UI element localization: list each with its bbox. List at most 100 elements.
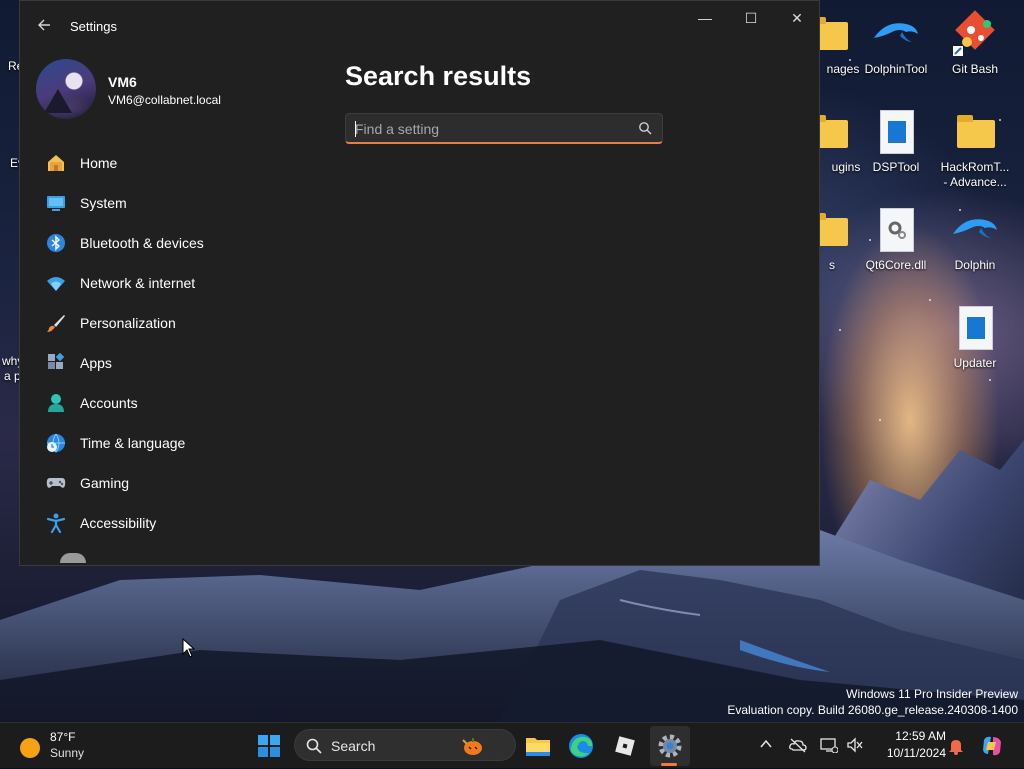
- settings-window: Settings — ☐ ✕ VM6 VM6@collabnet.local H…: [19, 0, 820, 566]
- app-window-icon: [880, 110, 914, 154]
- dolphin-icon: [953, 219, 997, 238]
- network-icon: [820, 738, 839, 754]
- nav-item-personalization[interactable]: Personalization: [36, 303, 326, 343]
- desktop-icon-label: Git Bash: [951, 62, 999, 76]
- nav-item-apps[interactable]: Apps: [36, 343, 326, 383]
- tray-volume[interactable]: [846, 737, 864, 755]
- taskbar-clock[interactable]: 12:59 AM 10/11/2024: [866, 728, 946, 762]
- nav-item-cutoff: [60, 553, 86, 563]
- user-email: VM6@collabnet.local: [108, 93, 221, 107]
- app-window-icon: [959, 306, 993, 350]
- user-name: VM6: [108, 74, 137, 90]
- desktop-icon-dsptool[interactable]: DSPTool: [858, 108, 934, 175]
- globe-clock-icon: [47, 433, 65, 453]
- volume-muted-icon: [847, 737, 863, 753]
- desktop-icon-dolphintool[interactable]: DolphinTool: [858, 10, 934, 77]
- nav-item-label: Personalization: [80, 315, 176, 331]
- nav-item-label: Home: [80, 155, 118, 171]
- active-app-indicator: [661, 763, 677, 766]
- watermark-line2: Evaluation copy. Build 26080.ge_release.…: [727, 703, 1018, 717]
- nav-item-label: Apps: [80, 355, 112, 371]
- home-icon: [48, 155, 64, 171]
- taskbar-settings[interactable]: [652, 728, 688, 764]
- nav-item-label: Accessibility: [80, 515, 157, 531]
- nav-item-network[interactable]: Network & internet: [36, 263, 326, 303]
- maximize-icon: ☐: [744, 10, 758, 26]
- nav-item-label: Network & internet: [80, 275, 196, 291]
- nav-item-label: Bluetooth & devices: [80, 235, 204, 251]
- bell-icon: [949, 740, 963, 755]
- taskbar-file-explorer[interactable]: [520, 728, 556, 764]
- dll-file-icon: [880, 208, 914, 252]
- taskbar-search[interactable]: Search: [294, 729, 516, 761]
- start-icon: [258, 735, 280, 757]
- nav-item-gaming[interactable]: Gaming: [36, 463, 326, 503]
- clock-date: 10/11/2024: [886, 746, 946, 760]
- weather-temp: 87°F: [50, 730, 76, 744]
- desktop-icon-git-bash[interactable]: Git Bash: [937, 10, 1013, 77]
- desktop-icon-label: Qt6Core.dll: [865, 258, 927, 272]
- chevron-up-icon: [760, 739, 772, 748]
- arrow-left-icon: [38, 19, 50, 31]
- window-title: Settings: [70, 19, 117, 34]
- settings-nav: Home System Bluetooth & devices Network …: [36, 143, 326, 543]
- accessibility-icon: [46, 513, 66, 533]
- sun-icon: [20, 738, 40, 758]
- text-caret: [355, 121, 356, 137]
- dolphin-icon: [874, 23, 918, 42]
- taskbar-roblox[interactable]: [607, 728, 643, 764]
- nav-item-label: System: [80, 195, 127, 211]
- start-button[interactable]: [251, 728, 287, 764]
- desktop-icon-label: DolphinTool: [864, 62, 928, 76]
- brush-icon: [47, 315, 65, 332]
- page-title: Search results: [345, 61, 532, 91]
- minimize-button[interactable]: —: [682, 7, 728, 31]
- taskbar-search-label: Search: [331, 738, 376, 754]
- roblox-icon: [615, 736, 635, 756]
- watermark-line1: Windows 11 Pro Insider Preview: [846, 687, 1018, 701]
- accounts-icon: [48, 394, 64, 412]
- desktop-icon-label: DSPTool: [872, 160, 920, 174]
- desktop-icon-qt6core[interactable]: Qt6Core.dll: [858, 206, 934, 273]
- notifications-button[interactable]: [947, 737, 965, 755]
- avatar: [36, 59, 96, 119]
- copilot-button[interactable]: [980, 734, 1004, 758]
- apps-icon: [48, 353, 65, 369]
- title-bar: Settings — ☐ ✕: [20, 1, 819, 51]
- bluetooth-icon: [47, 234, 65, 252]
- edge-icon: [569, 734, 593, 758]
- taskbar-edge[interactable]: [563, 728, 599, 764]
- desktop-icon-label: HackRomT... - Advance...: [940, 160, 1010, 189]
- evaluation-watermark: Windows 11 Pro Insider Preview Evaluatio…: [618, 686, 1018, 718]
- clock-time: 12:59 AM: [895, 729, 946, 743]
- nav-item-bluetooth[interactable]: Bluetooth & devices: [36, 223, 326, 263]
- nav-item-accessibility[interactable]: Accessibility: [36, 503, 326, 543]
- search-icon: [306, 738, 322, 754]
- nav-item-label: Gaming: [80, 475, 130, 491]
- tray-overflow-button[interactable]: [757, 737, 775, 755]
- nav-item-accounts[interactable]: Accounts: [36, 383, 326, 423]
- nav-item-time-language[interactable]: Time & language: [36, 423, 326, 463]
- tray-network[interactable]: [820, 737, 839, 755]
- close-button[interactable]: ✕: [774, 7, 819, 31]
- settings-search-box[interactable]: [345, 113, 663, 144]
- search-input[interactable]: [355, 120, 625, 138]
- nav-item-system[interactable]: System: [36, 183, 326, 223]
- gamepad-icon: [46, 478, 66, 488]
- file-explorer-icon: [526, 738, 550, 756]
- desktop-icon-label: Updater: [953, 356, 997, 370]
- git-bash-icon: [953, 10, 995, 56]
- desktop-icon-dolphin[interactable]: Dolphin: [937, 206, 1013, 273]
- maximize-button[interactable]: ☐: [728, 7, 774, 31]
- settings-icon: [658, 734, 682, 758]
- close-icon: ✕: [791, 10, 803, 26]
- search-icon[interactable]: [638, 121, 652, 135]
- tray-onedrive[interactable]: [789, 737, 807, 755]
- nav-item-home[interactable]: Home: [36, 143, 326, 183]
- system-icon: [47, 196, 65, 211]
- taskbar: 87°F Sunny Search 12:59 AM 10/11/2024: [0, 722, 1024, 768]
- desktop-icon-updater[interactable]: Updater: [937, 304, 1013, 371]
- nav-item-label: Accounts: [80, 395, 138, 411]
- desktop-icon-hackromtools[interactable]: HackRomT... - Advance...: [937, 108, 1013, 190]
- back-button[interactable]: [32, 13, 56, 37]
